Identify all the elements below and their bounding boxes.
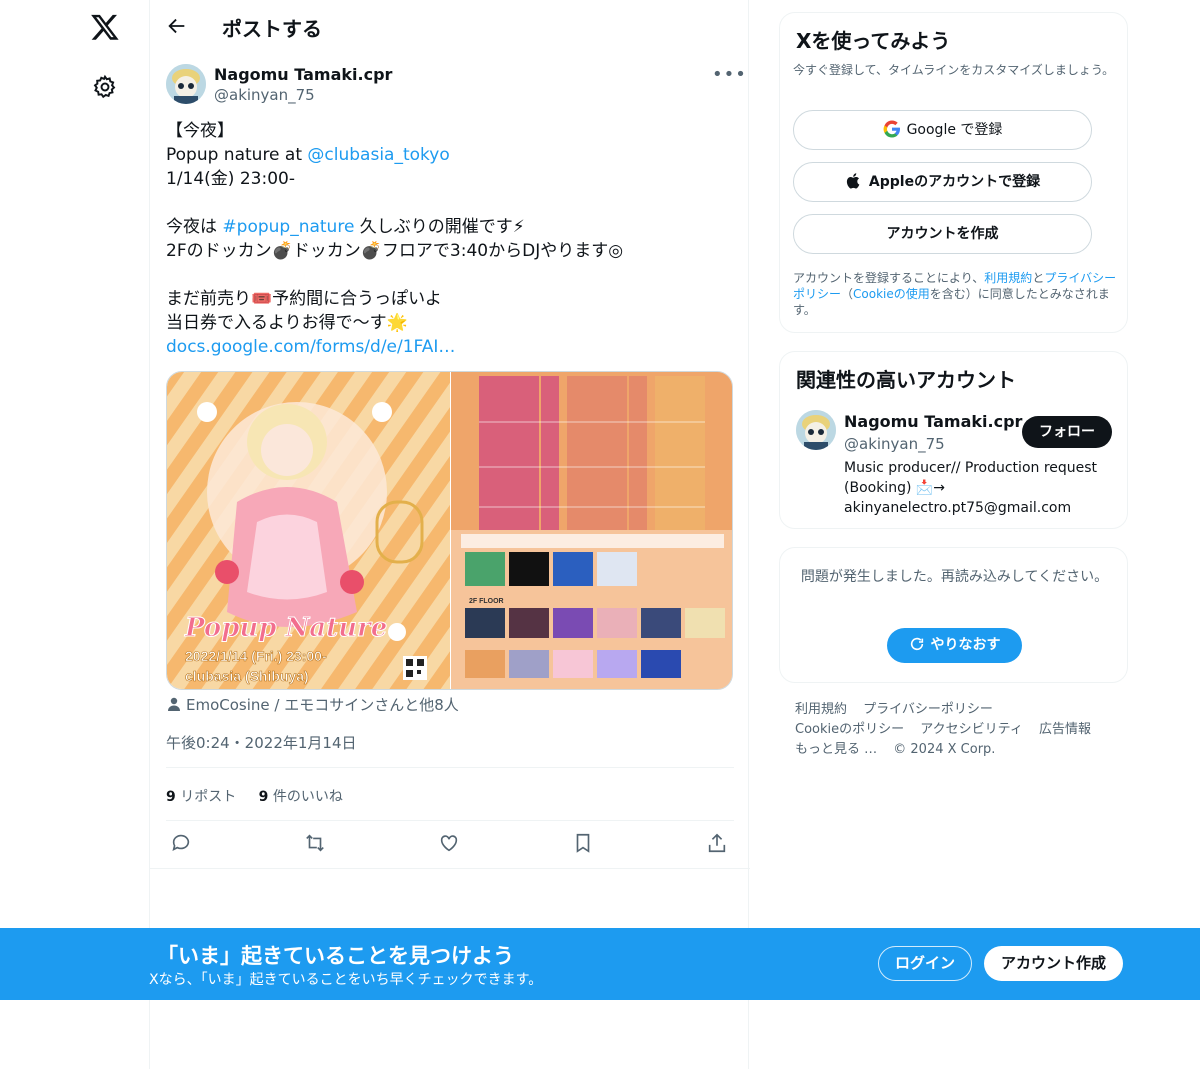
author-handle[interactable]: @akinyan_75 xyxy=(214,86,315,104)
poster-venue: clubasia (Shibuya) xyxy=(185,668,309,684)
signup-subtitle: 今すぐ登録して、タイムラインをカスタマイズしましょう。 xyxy=(793,63,1115,77)
footer-cookie-link[interactable]: Cookieのポリシー xyxy=(795,722,904,737)
poster-date: 2022/1/14 (Fri.) 23:00- xyxy=(185,648,327,664)
avatar[interactable] xyxy=(796,410,836,450)
google-signup-label: Google で登録 xyxy=(906,122,1003,138)
apple-signup-button[interactable]: Appleのアカウントで登録 xyxy=(793,162,1092,202)
floor-label: 2F FLOOR xyxy=(469,598,504,605)
mention-link[interactable]: @clubasia_tokyo xyxy=(307,145,449,165)
footer-row: もっと見る … © 2024 X Corp. xyxy=(795,740,1125,760)
reply-icon[interactable] xyxy=(170,832,196,858)
refresh-icon xyxy=(909,631,925,651)
related-account-bio: Music producer// Production request (Boo… xyxy=(844,460,1098,516)
error-panel: 問題が発生しました。再読み込みしてください。 やりなおす xyxy=(779,547,1128,683)
tweet-text-span: Popup nature at xyxy=(166,145,308,165)
divider xyxy=(166,767,734,768)
page-header: ポストする xyxy=(150,0,750,53)
tagged-text: EmoCosine / エモコサインさんと他8人 xyxy=(186,696,459,714)
footer-row: Cookieのポリシー アクセシビリティ 広告情報 xyxy=(795,720,1125,740)
tweet-text: 【今夜】 Popup nature at @clubasia_tokyo 1/1… xyxy=(166,119,731,359)
banner-subtitle: Xなら、「いま」起きていることをいち早くチェックできます。 xyxy=(149,972,543,988)
repost-icon[interactable] xyxy=(304,832,330,858)
create-account-button[interactable]: アカウントを作成 xyxy=(793,214,1092,254)
signup-title: Xを使ってみよう xyxy=(796,29,951,53)
bookmark-icon[interactable] xyxy=(572,832,598,858)
legal-text-span: （ xyxy=(841,287,854,301)
tweet-author: Nagomu Tamaki.cpr @akinyan_75 ••• xyxy=(166,64,746,108)
retry-label: やりなおす xyxy=(930,637,1001,653)
timetable-image: 2F FLOOR xyxy=(451,372,732,689)
legal-text-span: と xyxy=(1032,271,1045,285)
footer-ads-link[interactable]: 広告情報 xyxy=(1039,722,1091,737)
related-account-handle[interactable]: @akinyan_75 xyxy=(844,435,945,453)
tweet-stats: 9 リポスト 9 件のいいね xyxy=(166,786,361,806)
footer-accessibility-link[interactable]: アクセシビリティ xyxy=(920,722,1023,737)
tweet-text-span: 今夜は xyxy=(166,217,223,237)
author-name[interactable]: Nagomu Tamaki.cpr xyxy=(214,65,392,84)
google-icon xyxy=(883,115,901,138)
related-accounts-panel: 関連性の高いアカウント Nagomu Tamaki.cpr @akinyan_7… xyxy=(779,351,1128,529)
more-icon[interactable]: ••• xyxy=(712,64,746,86)
tweet-line: 当日券で入るよりお得で〜す🌟 xyxy=(166,313,408,333)
gear-icon[interactable] xyxy=(92,74,118,100)
tweet-line: まだ前売り🎟️予約間に合うっぽいよ xyxy=(166,289,442,309)
footer-more-link[interactable]: もっと見る … xyxy=(795,742,877,757)
tweet-timestamp[interactable]: 午後0:24・2022年1月14日 xyxy=(166,732,357,753)
retry-button[interactable]: やりなおす xyxy=(887,628,1022,663)
tweet-line: Popup nature at @clubasia_tokyo xyxy=(166,143,731,167)
apple-signup-label: Appleのアカウントで登録 xyxy=(868,174,1041,190)
legal-text: アカウントを登録することにより、利用規約とプライバシーポリシー（Cookieの使… xyxy=(793,270,1118,318)
footer-terms-link[interactable]: 利用規約 xyxy=(795,702,847,717)
tagged-users[interactable]: EmoCosine / エモコサインさんと他8人 xyxy=(166,694,459,715)
footer-copyright: © 2024 X Corp. xyxy=(893,742,996,757)
login-button[interactable]: ログイン xyxy=(878,946,972,981)
like-count-label: 件のいいね xyxy=(272,789,343,805)
cookie-link[interactable]: Cookieの使用 xyxy=(853,287,930,301)
footer-privacy-link[interactable]: プライバシーポリシー xyxy=(863,702,993,717)
share-icon[interactable] xyxy=(706,832,732,858)
banner-title: 「いま」起きていることを見つけよう xyxy=(157,944,514,968)
tweet-text-span: 久しぶりの開催です⚡ xyxy=(354,217,525,237)
legal-text-span: アカウントを登録することにより、 xyxy=(793,271,985,285)
related-title: 関連性の高いアカウント xyxy=(796,368,1016,392)
tweet-line: 2Fのドッカン💣ドッカン💣フロアで3:40からDJやります◎ xyxy=(166,241,624,261)
like-count-value: 9 xyxy=(258,789,269,805)
person-icon xyxy=(166,696,182,712)
main-column: ポストする Nagomu Tamaki.cpr @akinyan_75 ••• … xyxy=(149,0,750,1069)
apple-icon xyxy=(845,167,863,189)
error-message: 問題が発生しました。再読み込みしてください。 xyxy=(800,569,1109,585)
arrow-left-icon[interactable] xyxy=(166,15,188,37)
footer-row: 利用規約 プライバシーポリシー xyxy=(795,700,1125,720)
like-count[interactable]: 9 件のいいね xyxy=(259,789,343,805)
signup-button[interactable]: アカウント作成 xyxy=(984,946,1123,981)
repost-count-label: リポスト xyxy=(180,789,237,805)
repost-count-value: 9 xyxy=(166,789,176,805)
like-icon[interactable] xyxy=(438,832,464,858)
page-title: ポストする xyxy=(222,17,322,41)
tweet-line: 1/14(金) 23:00- xyxy=(166,169,295,189)
divider xyxy=(166,820,734,821)
signup-panel: Xを使ってみよう 今すぐ登録して、タイムラインをカスタマイズしましょう。 Goo… xyxy=(779,12,1128,333)
url-link[interactable]: docs.google.com/forms/d/e/1FAI… xyxy=(166,335,731,359)
tweet-media[interactable]: Popup Nature 2022/1/14 (Fri.) 23:00- clu… xyxy=(166,371,733,690)
tweet-actions xyxy=(166,832,734,858)
google-signup-button[interactable]: Google で登録 xyxy=(793,110,1092,150)
tweet-line: 【今夜】 xyxy=(166,121,234,141)
x-logo-icon[interactable] xyxy=(90,12,120,42)
poster-title: Popup Nature xyxy=(184,613,387,643)
terms-link[interactable]: 利用規約 xyxy=(984,271,1032,285)
poster-image: Popup Nature 2022/1/14 (Fri.) 23:00- clu… xyxy=(167,372,450,689)
tweet-line: 今夜は #popup_nature 久しぶりの開催です⚡ xyxy=(166,215,731,239)
avatar[interactable] xyxy=(166,64,206,104)
repost-count[interactable]: 9 リポスト xyxy=(166,789,236,805)
bottom-signup-banner: 「いま」起きていることを見つけよう Xなら、「いま」起きていることをいち早くチェ… xyxy=(0,928,1200,1000)
follow-button[interactable]: フォロー xyxy=(1022,416,1112,448)
footer-links: 利用規約 プライバシーポリシー Cookieのポリシー アクセシビリティ 広告情… xyxy=(795,700,1125,760)
related-account-name[interactable]: Nagomu Tamaki.cpr xyxy=(844,412,1022,431)
hashtag-link[interactable]: #popup_nature xyxy=(222,217,354,237)
divider xyxy=(150,868,750,869)
